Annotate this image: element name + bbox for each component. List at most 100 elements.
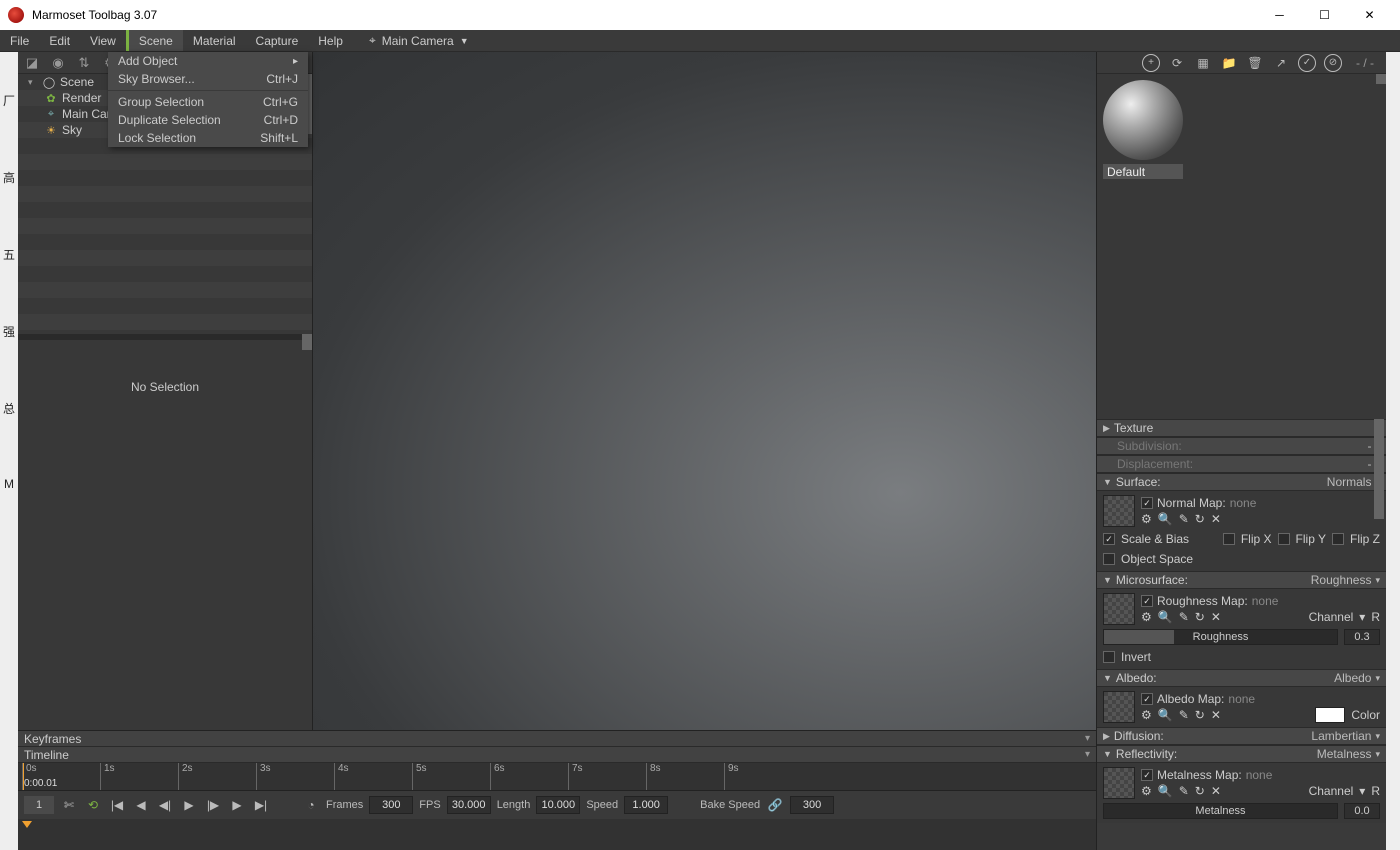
- menu-sky-browser[interactable]: Sky Browser...Ctrl+J: [108, 70, 308, 88]
- add-icon[interactable]: +: [1142, 54, 1160, 72]
- albedo-map-check[interactable]: [1141, 693, 1153, 705]
- menu-edit[interactable]: Edit: [39, 30, 80, 51]
- normal-map-check[interactable]: [1141, 497, 1153, 509]
- edit-icon[interactable]: ✎: [1179, 708, 1189, 722]
- light-icon[interactable]: ◉: [50, 55, 66, 71]
- fps-field[interactable]: 30.000: [447, 796, 491, 814]
- collapse-icon[interactable]: ▾: [1085, 749, 1090, 760]
- step-fwd-icon[interactable]: ▶: [228, 796, 246, 814]
- section-reflectivity[interactable]: ▼Reflectivity:Metalness▾: [1097, 745, 1386, 763]
- invert-check[interactable]: [1103, 651, 1115, 663]
- search-icon[interactable]: 🔍: [1158, 784, 1173, 798]
- gear-icon[interactable]: ⚙: [1141, 708, 1152, 722]
- clear-icon[interactable]: ✕: [1211, 512, 1221, 526]
- reload-icon[interactable]: ↻: [1195, 610, 1205, 624]
- timeline-header[interactable]: Timeline▾: [18, 747, 1096, 763]
- channel-select[interactable]: R: [1371, 610, 1380, 624]
- scrollbar[interactable]: [1374, 419, 1384, 519]
- tool-icon[interactable]: ⇅: [76, 55, 92, 71]
- scale-bias-check[interactable]: [1103, 533, 1115, 545]
- material-name[interactable]: Default: [1103, 164, 1183, 179]
- section-texture[interactable]: ▶Texture: [1097, 419, 1386, 437]
- section-surface[interactable]: ▼Surface:Normals▾: [1097, 473, 1386, 491]
- search-icon[interactable]: 🔍: [1158, 708, 1173, 722]
- edit-icon[interactable]: ✎: [1179, 784, 1189, 798]
- section-displacement[interactable]: Displacement:- ▾: [1097, 455, 1386, 473]
- cancel-icon[interactable]: ⊘: [1324, 54, 1342, 72]
- playhead-marker[interactable]: [22, 821, 32, 828]
- loop-icon[interactable]: ⟲: [84, 796, 102, 814]
- search-icon[interactable]: 🔍: [1158, 512, 1173, 526]
- flipx-check[interactable]: [1223, 533, 1235, 545]
- expand-icon[interactable]: ▾: [28, 77, 38, 88]
- menu-file[interactable]: File: [0, 30, 39, 51]
- scrollbar[interactable]: [302, 340, 312, 350]
- play-icon[interactable]: ▶: [180, 796, 198, 814]
- clear-icon[interactable]: ✕: [1211, 784, 1221, 798]
- roughness-value[interactable]: 0.3: [1344, 629, 1380, 645]
- roughness-slider[interactable]: Roughness: [1103, 629, 1338, 645]
- edit-icon[interactable]: ✎: [1179, 512, 1189, 526]
- menu-scene[interactable]: Scene: [126, 30, 183, 51]
- cube-icon[interactable]: ◪: [24, 55, 40, 71]
- menu-material[interactable]: Material: [183, 30, 246, 51]
- node-scene[interactable]: Scene: [60, 75, 94, 89]
- cut-icon[interactable]: ✄: [60, 796, 78, 814]
- link-icon[interactable]: 🔗: [766, 796, 784, 814]
- collapse-icon[interactable]: ▾: [1085, 733, 1090, 744]
- maximize-button[interactable]: ☐: [1302, 0, 1347, 30]
- length-field[interactable]: 10.000: [536, 796, 580, 814]
- frame-back-icon[interactable]: ◀|: [156, 796, 174, 814]
- roughness-map-check[interactable]: [1141, 595, 1153, 607]
- node-render[interactable]: Render: [62, 91, 101, 105]
- skip-start-icon[interactable]: |◀: [108, 796, 126, 814]
- section-microsurface[interactable]: ▼Microsurface:Roughness▾: [1097, 571, 1386, 589]
- reload-icon[interactable]: ↻: [1195, 512, 1205, 526]
- folder-icon[interactable]: 📁: [1220, 54, 1238, 72]
- frame-fwd-icon[interactable]: |▶: [204, 796, 222, 814]
- speed-field[interactable]: 1.000: [624, 796, 668, 814]
- reload-icon[interactable]: ↻: [1195, 784, 1205, 798]
- clear-icon[interactable]: ✕: [1211, 610, 1221, 624]
- section-diffusion[interactable]: ▶Diffusion:Lambertian▾: [1097, 727, 1386, 745]
- roughness-map-slot[interactable]: [1103, 593, 1135, 625]
- gear-icon[interactable]: ⚙: [1141, 610, 1152, 624]
- albedo-color[interactable]: [1315, 707, 1345, 723]
- metalness-map-check[interactable]: [1141, 769, 1153, 781]
- timeline-ruler[interactable]: 0:00.01 0s 1s 2s 3s 4s 5s 6s 7s 8s 9s: [18, 763, 1096, 791]
- albedo-map-slot[interactable]: [1103, 691, 1135, 723]
- flipz-check[interactable]: [1332, 533, 1344, 545]
- object-space-check[interactable]: [1103, 553, 1115, 565]
- menu-add-object[interactable]: Add Object▸: [108, 52, 308, 70]
- export-icon[interactable]: ↗: [1272, 54, 1290, 72]
- keyframes-header[interactable]: Keyframes▾: [18, 731, 1096, 747]
- clear-icon[interactable]: ✕: [1211, 708, 1221, 722]
- trash-icon[interactable]: 🗑: [1246, 54, 1264, 72]
- minimize-button[interactable]: ─: [1257, 0, 1302, 30]
- section-albedo[interactable]: ▼Albedo:Albedo▾: [1097, 669, 1386, 687]
- flipy-check[interactable]: [1278, 533, 1290, 545]
- menu-duplicate-selection[interactable]: Duplicate SelectionCtrl+D: [108, 111, 308, 129]
- scrollbar[interactable]: [1376, 74, 1386, 84]
- skip-end-icon[interactable]: ▶|: [252, 796, 270, 814]
- search-icon[interactable]: 🔍: [1158, 610, 1173, 624]
- edit-icon[interactable]: ✎: [1179, 610, 1189, 624]
- menu-lock-selection[interactable]: Lock SelectionShift+L: [108, 129, 308, 147]
- menu-view[interactable]: View: [80, 30, 126, 51]
- gear-icon[interactable]: ⚙: [1141, 512, 1152, 526]
- reload-icon[interactable]: ↻: [1195, 708, 1205, 722]
- camera-selector[interactable]: ⌖ Main Camera ▼: [361, 30, 477, 51]
- menu-group-selection[interactable]: Group SelectionCtrl+G: [108, 93, 308, 111]
- close-button[interactable]: ✕: [1347, 0, 1392, 30]
- refresh-icon[interactable]: ⟳: [1168, 54, 1186, 72]
- frames-field[interactable]: 300: [369, 796, 413, 814]
- normal-map-slot[interactable]: [1103, 495, 1135, 527]
- metalness-map-slot[interactable]: [1103, 767, 1135, 799]
- menu-help[interactable]: Help: [308, 30, 353, 51]
- timeline-track[interactable]: [18, 819, 1096, 850]
- viewport[interactable]: [313, 52, 1096, 730]
- menu-capture[interactable]: Capture: [246, 30, 309, 51]
- material-sphere[interactable]: [1103, 80, 1183, 160]
- metalness-value[interactable]: 0.0: [1344, 803, 1380, 819]
- node-sky[interactable]: Sky: [62, 123, 82, 137]
